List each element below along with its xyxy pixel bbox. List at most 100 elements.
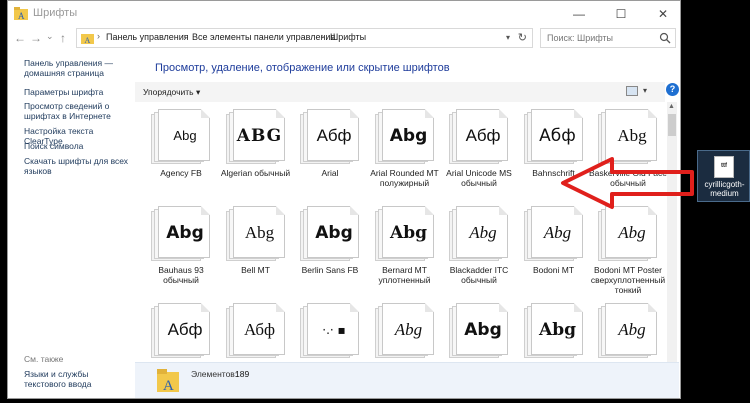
font-sample: Abg <box>543 223 572 242</box>
scroll-thumb[interactable] <box>668 114 676 136</box>
font-sample: Abg <box>315 223 353 243</box>
font-file-icon: Abg <box>374 108 435 166</box>
sidebar-link-font-settings[interactable]: Параметры шрифта <box>24 87 132 97</box>
font-file-icon: Abg <box>449 205 509 263</box>
chevron-down-icon[interactable]: ▾ <box>506 33 510 42</box>
address-bar[interactable]: A › Панель управления › Все элементы пан… <box>76 28 533 48</box>
font-sample: Абф <box>243 320 276 339</box>
font-sample: Abg <box>464 320 502 340</box>
items-label: Элементов: <box>191 369 238 379</box>
maximize-button[interactable]: ☐ <box>604 1 638 27</box>
font-file-icon: Abg <box>598 205 658 263</box>
font-sample: Abg <box>618 320 646 339</box>
close-button[interactable]: ✕ <box>646 1 680 27</box>
minimize-button[interactable]: — <box>562 1 596 27</box>
recent-locations-icon[interactable]: ⌄ <box>46 28 54 44</box>
desktop-font-file[interactable]: ttf cyrillicgoth-medium <box>697 150 750 202</box>
font-item[interactable]: Abg Bernard MT уплотненный <box>369 203 441 313</box>
svg-text:A: A <box>163 378 174 393</box>
font-sample: Abg <box>394 320 423 339</box>
font-item[interactable]: Abg Blackadder ITC обычный <box>443 203 515 313</box>
font-item[interactable]: Abg <box>592 300 664 364</box>
font-item[interactable]: Abg Agency FB <box>145 106 217 216</box>
font-sample: Abg <box>173 128 197 143</box>
font-name: Bauhaus 93 обычный <box>158 265 204 285</box>
scroll-up-icon[interactable]: ▲ <box>668 103 675 110</box>
help-icon[interactable]: ? <box>666 83 679 96</box>
font-item[interactable]: Абф <box>220 300 292 364</box>
font-item[interactable]: Abg Arial Rounded MT полужирный <box>369 106 441 216</box>
details-pane: A Элементов: 189 <box>135 362 679 398</box>
breadcrumb-control-panel[interactable]: Панель управления <box>106 32 189 42</box>
font-file-icon: Абф <box>449 108 509 166</box>
svg-text:A: A <box>18 11 25 20</box>
sidebar-link-font-info-online[interactable]: Просмотр сведений о шрифтах в Интернете <box>24 101 132 121</box>
font-file-icon: Abg <box>151 108 211 166</box>
font-sample: Abg <box>244 223 275 242</box>
desktop-file-name: cyrillicgoth-medium <box>704 180 745 198</box>
font-item[interactable]: ·.· ▪ <box>294 300 366 364</box>
sidebar-link-download-fonts[interactable]: Скачать шрифты для всех языков <box>24 156 132 176</box>
font-sample: Abg <box>617 126 647 145</box>
vertical-scrollbar[interactable]: ▲ <box>667 102 677 362</box>
font-item[interactable]: Abg Berlin Sans FB <box>294 203 366 313</box>
font-item[interactable]: Абф Arial Unicode MS обычный <box>443 106 515 216</box>
navigation-bar: ← → ⌄ ↑ A › Панель управления › Все элем… <box>8 27 680 49</box>
explorer-window: A Шрифты — ☐ ✕ ← → ⌄ ↑ A › Панель управл… <box>7 0 681 399</box>
font-item[interactable]: Абф Arial <box>294 106 366 216</box>
font-name: Bahnschrift <box>532 168 575 178</box>
search-box[interactable]: Поиск: Шрифты <box>540 28 676 48</box>
font-name: Baskerville Old Face обычный <box>589 168 667 188</box>
font-item[interactable]: Abg <box>518 300 590 364</box>
font-sample: Абф <box>539 126 576 146</box>
font-item[interactable]: Abg <box>443 300 515 364</box>
font-sample: Abg <box>539 320 576 340</box>
font-file-icon: Abg <box>151 205 211 263</box>
font-item[interactable]: Abg Baskerville Old Face обычный <box>589 106 667 216</box>
font-item[interactable]: ABG Algerian обычный <box>220 106 292 216</box>
sidebar-link-languages[interactable]: Языки и службы текстового ввода <box>24 369 132 389</box>
font-item[interactable]: Abg Bauhaus 93 обычный <box>145 203 217 313</box>
back-arrow-icon[interactable]: ← <box>14 30 26 46</box>
organize-label: Упорядочить <box>143 87 194 97</box>
breadcrumb-fonts[interactable]: Шрифты <box>330 32 366 42</box>
font-file-icon: Abg <box>374 302 435 360</box>
font-sample: Абф <box>465 126 501 145</box>
chevron-down-icon[interactable]: ▾ <box>643 86 647 95</box>
forward-arrow-icon[interactable]: → <box>30 30 42 46</box>
search-input[interactable]: Поиск: Шрифты <box>547 33 613 43</box>
font-file-icon: ttf <box>714 156 734 178</box>
font-item[interactable]: Абф Bahnschrift <box>518 106 590 216</box>
font-file-icon: Abg <box>225 205 286 263</box>
font-name: Blackadder ITC обычный <box>449 265 509 285</box>
font-file-icon: ·.· ▪ <box>300 302 360 360</box>
fonts-folder-icon: A <box>81 34 94 44</box>
font-item[interactable]: Abg Bodoni MT <box>518 203 590 313</box>
font-file-icon: Abg <box>523 302 584 360</box>
organize-button[interactable]: Упорядочить ▾ <box>143 87 200 98</box>
font-file-icon: Abg <box>374 205 435 263</box>
font-sample: Abg <box>618 223 646 242</box>
screenshot-root: A Шрифты — ☐ ✕ ← → ⌄ ↑ A › Панель управл… <box>0 0 750 403</box>
up-arrow-icon[interactable]: ↑ <box>60 30 66 46</box>
title-bar: A Шрифты — ☐ ✕ <box>8 1 680 27</box>
search-icon[interactable] <box>659 32 671 44</box>
fonts-folder-icon: A <box>157 369 179 393</box>
refresh-icon[interactable]: ↻ <box>518 31 527 44</box>
font-item[interactable]: Абф <box>145 300 217 364</box>
font-name: Arial Rounded MT полужирный <box>370 168 439 188</box>
breadcrumb-separator: › <box>183 31 186 41</box>
font-item[interactable]: Abg Bell MT <box>220 203 292 313</box>
font-item[interactable]: Abg Bodoni MT Poster сверхуплотненный тон… <box>591 203 665 313</box>
font-item[interactable]: Abg <box>369 300 441 364</box>
font-sample: ·.· ▪ <box>322 323 346 337</box>
view-options-icon[interactable] <box>626 86 638 96</box>
sidebar-link-find-character[interactable]: Поиск символа <box>24 141 132 151</box>
breadcrumb-all-items[interactable]: Все элементы панели управления <box>192 32 335 42</box>
font-name: Algerian обычный <box>220 168 291 178</box>
font-file-icon: Абф <box>523 108 584 166</box>
sidebar-link-control-panel-home[interactable]: Панель управления — домашняя страница <box>24 58 132 78</box>
font-name: Bodoni MT <box>532 265 575 275</box>
font-file-icon: ABG <box>225 108 286 166</box>
font-name: Bell MT <box>241 265 270 275</box>
